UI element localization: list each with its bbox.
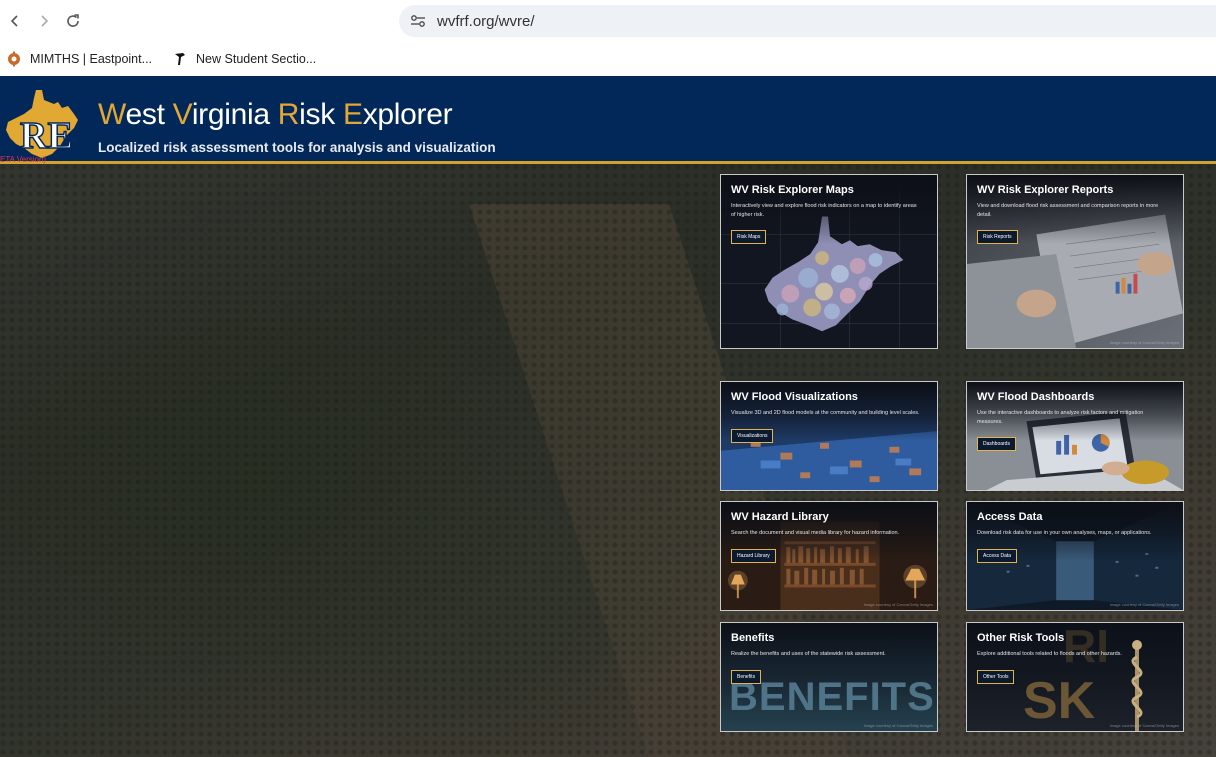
url-text[interactable]: wvfrf.org/wvre/ [437,13,535,30]
other-tools-button[interactable]: Other Tools [977,669,1015,684]
browser-toolbar: wvfrf.org/wvre/ [0,0,1216,42]
card-risk-maps[interactable]: WV Risk Explorer Maps Interactively view… [720,174,938,349]
risk-maps-button[interactable]: Risk Maps [731,230,767,245]
bird-logo-icon [172,51,188,67]
dashboards-button[interactable]: Dashboards [977,437,1016,452]
card-title: WV Hazard Library [731,511,829,523]
bookmark-label: New Student Sectio... [196,52,317,66]
card-flood-visualizations[interactable]: WV Flood Visualizations Visualize 3D and… [720,381,938,491]
bookmark-label: MIMTHS | Eastpoint... [30,52,153,66]
site-subtitle: Localized risk assessment tools for anal… [98,140,496,155]
back-button[interactable] [3,9,27,33]
reload-icon [67,14,79,27]
address-bar[interactable]: wvfrf.org/wvre/ [399,5,1216,37]
image-credit: Image courtesy of Canva/Getty Images [1109,723,1179,728]
wvre-logo[interactable]: RE [2,84,82,160]
image-credit: Image courtesy of Canva/Getty Images [863,723,933,728]
card-title: Other Risk Tools [977,632,1065,644]
card-description: Search the document and visual media lib… [731,530,900,536]
forward-button[interactable] [32,9,56,33]
card-title: Benefits [731,632,775,644]
svg-text:RE: RE [20,115,73,157]
benefits-button[interactable]: Benefits [731,669,762,684]
card-description: Interactively view and explore flood ris… [731,203,917,218]
card-access-data[interactable]: Access Data Download risk data for use i… [966,501,1184,611]
bookmarks-bar: MIMTHS | Eastpoint... New Student Sectio… [0,42,1216,76]
card-description: Use the interactive dashboards to analyz… [977,410,1144,425]
reload-button[interactable] [61,9,85,33]
bookmark-mimths[interactable]: MIMTHS | Eastpoint... [6,51,152,67]
chevron-right-icon [41,15,49,27]
image-credit: Image courtesy of Canva/Getty Images [863,602,933,607]
card-benefits[interactable]: BENEFITS Benefits Realize the benefits a… [720,622,938,732]
image-credit: Image courtesy of Canva/Getty Images [1109,602,1179,607]
card-title: WV Flood Visualizations [731,391,858,403]
bookmark-new-student[interactable]: New Student Sectio... [172,51,316,67]
card-flood-dashboards[interactable]: WV Flood Dashboards Use the interactive … [966,381,1184,491]
site-settings-icon[interactable] [409,12,427,30]
card-title: Access Data [977,511,1043,523]
card-description: Download risk data for use in your own a… [977,530,1152,536]
hazard-library-button[interactable]: Hazard Library [731,548,776,563]
card-hazard-library[interactable]: WV Hazard Library Search the document an… [720,501,938,611]
access-data-button[interactable]: Access Data [977,548,1018,563]
image-credit: Image courtesy of Canva/Getty Images [1109,340,1179,345]
card-other-risk-tools[interactable]: RI SK Other Risk Tools Explore additiona… [966,622,1184,732]
card-title: WV Risk Explorer Maps [731,184,854,196]
site-header: RE ETA Version) West Virginia Risk Explo… [0,76,1216,164]
card-title: WV Risk Explorer Reports [977,184,1114,196]
card-description: View and download flood risk assessment … [977,203,1159,218]
beta-label: ETA Version) [0,155,47,164]
risk-reports-button[interactable]: Risk Reports [977,230,1018,245]
card-risk-reports[interactable]: WV Risk Explorer Reports View and downlo… [966,174,1184,349]
card-description: Realize the benefits and uses of the sta… [731,651,886,657]
chevron-left-icon [10,15,18,27]
card-description: Visualize 3D and 2D flood models at the … [731,410,920,416]
visualizations-button[interactable]: Visualizations [731,428,774,443]
gear-logo-icon [6,51,22,67]
card-title: WV Flood Dashboards [977,391,1095,403]
card-description: Explore additional tools related to floo… [977,651,1122,657]
site-title: West Virginia Risk Explorer [98,98,453,131]
